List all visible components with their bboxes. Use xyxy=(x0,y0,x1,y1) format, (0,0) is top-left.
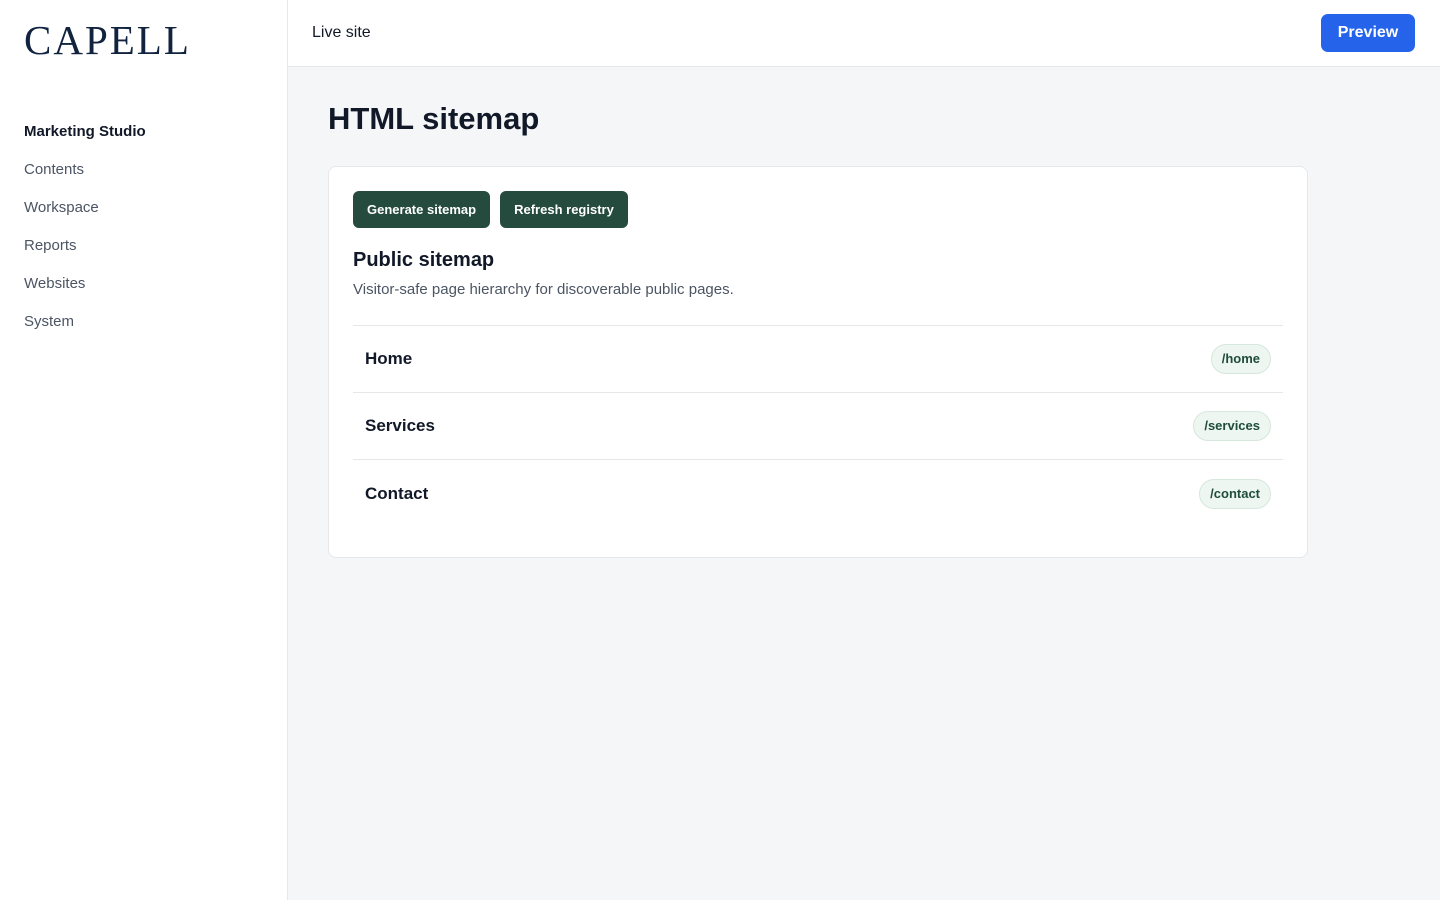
sitemap-page-name: Home xyxy=(365,349,413,368)
section-description: Visitor-safe page hierarchy for discover… xyxy=(353,281,734,298)
app-shell: CAPELL Marketing Studio Contents Workspa… xyxy=(0,0,1440,900)
main-area: Live site Preview HTML sitemap Generate … xyxy=(288,0,1440,900)
refresh-registry-button[interactable]: Refresh registry xyxy=(500,191,628,228)
sitemap-row[interactable]: Home /home xyxy=(353,326,1283,393)
sidebar-item-workspace[interactable]: Workspace xyxy=(24,198,263,218)
sidebar-nav: Marketing Studio Contents Workspace Repo… xyxy=(24,122,263,332)
sitemap-row[interactable]: Contact /contact xyxy=(353,460,1283,527)
sidebar-item-reports[interactable]: Reports xyxy=(24,236,263,256)
brand-logo[interactable]: CAPELL xyxy=(24,18,263,62)
sitemap-actions: Generate sitemap Refresh registry xyxy=(353,191,1283,228)
path-badge[interactable]: /home xyxy=(1210,344,1271,374)
sitemap-page-name: Services xyxy=(365,416,435,435)
sitemap-card: Generate sitemap Refresh registry Public… xyxy=(328,166,1308,558)
page-title: HTML sitemap xyxy=(328,101,540,136)
sidebar-item-websites[interactable]: Websites xyxy=(24,274,263,294)
sidebar-heading: Marketing Studio xyxy=(24,123,146,140)
sidebar: CAPELL Marketing Studio Contents Workspa… xyxy=(0,0,288,900)
live-site-link[interactable]: Live site xyxy=(312,24,371,42)
sidebar-item-contents[interactable]: Contents xyxy=(24,160,263,180)
preview-button[interactable]: Preview xyxy=(1321,14,1415,52)
sitemap-row[interactable]: Services /services xyxy=(353,393,1283,460)
generate-sitemap-button[interactable]: Generate sitemap xyxy=(353,191,491,228)
sitemap-list: Home /home Services /services Contact /c… xyxy=(353,325,1283,527)
sitemap-page-name: Contact xyxy=(365,483,429,503)
page-content: HTML sitemap Generate sitemap Refresh re… xyxy=(288,67,1440,592)
section-title: Public sitemap xyxy=(353,249,495,271)
sidebar-item-system[interactable]: System xyxy=(24,312,263,332)
top-bar: Live site Preview xyxy=(288,0,1440,67)
path-badge[interactable]: /contact xyxy=(1199,478,1271,509)
path-badge[interactable]: /services xyxy=(1193,411,1271,441)
